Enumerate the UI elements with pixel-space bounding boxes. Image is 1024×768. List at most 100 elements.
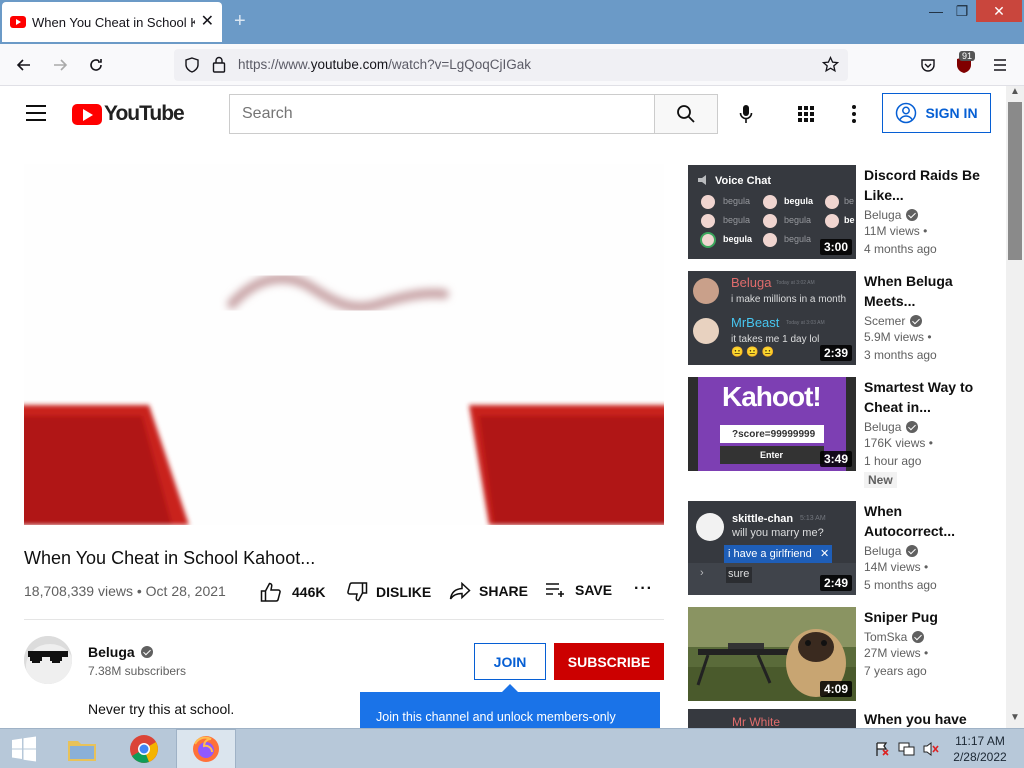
video-duration: 2:39	[819, 345, 852, 361]
related-age: 4 months ago	[864, 242, 937, 256]
chevron-right-icon: ›	[700, 567, 704, 579]
search-input[interactable]	[230, 95, 655, 133]
more-vertical-icon	[852, 105, 856, 123]
firefox-button[interactable]	[176, 729, 236, 768]
like-count: 446K	[292, 584, 326, 600]
related-views: 14M views •	[864, 560, 929, 574]
window-minimize-button[interactable]: —	[922, 0, 950, 22]
related-video-title[interactable]: Smartest Way to Cheat in...	[864, 377, 984, 417]
related-age: 1 hour ago	[864, 454, 922, 468]
subscriber-count: 7.38M subscribers	[88, 664, 187, 678]
pocket-button[interactable]	[916, 53, 940, 77]
divider	[24, 619, 664, 620]
chrome-button[interactable]	[114, 729, 174, 768]
guide-menu-icon[interactable]	[26, 105, 46, 121]
verified-check-icon	[906, 421, 919, 433]
scroll-down-icon[interactable]: ▼	[1006, 712, 1024, 728]
related-video-item[interactable]: Voice Chat begula begula be begula begul…	[688, 165, 988, 259]
address-bar[interactable]: https://www.youtube.com/watch?v=LgQoqCjI…	[174, 49, 848, 81]
video-thumbnail[interactable]: Beluga Today at 3:02 AM i make millions …	[688, 271, 856, 365]
verified-check-icon	[906, 209, 919, 221]
video-thumbnail[interactable]: Kahoot! ?score=99999999 Enter 3:49	[688, 377, 856, 471]
scrollbar-thumb[interactable]	[1008, 102, 1022, 260]
related-video-item[interactable]: Kahoot! ?score=99999999 Enter 3:49 Smart…	[688, 377, 988, 489]
chrome-icon	[130, 735, 158, 763]
window-close-button[interactable]: ✕	[976, 0, 1022, 22]
join-button[interactable]: JOIN	[474, 643, 546, 680]
windows-taskbar: 11:17 AM 2/28/2022	[0, 728, 1024, 768]
browser-nav-bar: https://www.youtube.com/watch?v=LgQoqCjI…	[0, 44, 1024, 86]
related-video-title[interactable]: Discord Raids Be Like...	[864, 165, 984, 205]
voice-search-button[interactable]	[730, 98, 762, 130]
related-channel[interactable]: Beluga	[864, 544, 984, 558]
video-duration: 3:49	[819, 451, 852, 467]
related-channel[interactable]: TomSka	[864, 630, 984, 644]
related-video-item[interactable]: Mr White When you have	[688, 709, 988, 728]
url-text[interactable]: https://www.youtube.com/watch?v=LgQoqCjI…	[238, 57, 531, 72]
video-thumbnail[interactable]: skittle-chan 5:13 AM will you marry me? …	[688, 501, 856, 595]
related-channel[interactable]: Beluga	[864, 208, 984, 222]
video-thumbnail[interactable]: Voice Chat begula begula be begula begul…	[688, 165, 856, 259]
search-icon	[677, 105, 695, 123]
system-clock[interactable]: 11:17 AM 2/28/2022	[950, 733, 1010, 765]
lock-icon	[212, 56, 226, 73]
related-video-item[interactable]: skittle-chan 5:13 AM will you marry me? …	[688, 501, 988, 595]
channel-avatar[interactable]	[24, 636, 72, 684]
verified-check-icon	[140, 646, 153, 658]
dislike-button[interactable]: DISLIKE	[346, 582, 431, 602]
search-box[interactable]	[229, 94, 655, 134]
windows-logo-icon	[12, 736, 36, 762]
upload-date: Oct 28, 2021	[145, 583, 226, 599]
window-restore-button[interactable]: ❐	[950, 0, 974, 22]
related-video-title[interactable]: When you have	[864, 709, 984, 728]
related-channel[interactable]: Scemer	[864, 314, 984, 328]
related-video-title[interactable]: When Beluga Meets...	[864, 271, 984, 311]
forward-button[interactable]	[48, 53, 72, 77]
thumbs-down-icon	[347, 582, 368, 602]
save-button[interactable]: SAVE	[545, 582, 612, 598]
channel-name[interactable]: Beluga	[88, 644, 153, 660]
subscribe-button[interactable]: SUBSCRIBE	[554, 643, 664, 680]
related-video-title[interactable]: Sniper Pug	[864, 607, 984, 627]
related-video-item[interactable]: 4:09 Sniper Pug TomSka 27M views • 7 yea…	[688, 607, 988, 701]
scroll-up-icon[interactable]: ▲	[1006, 86, 1024, 102]
video-thumbnail[interactable]: 4:09	[688, 607, 856, 701]
browser-tab[interactable]: When You Cheat in School Kahoot... ✕	[2, 2, 222, 42]
reload-button[interactable]	[84, 53, 108, 77]
related-age: 7 years ago	[864, 664, 927, 678]
more-actions-button[interactable]: ···	[634, 580, 653, 598]
new-tab-button[interactable]: +	[234, 10, 246, 33]
network-icon[interactable]	[898, 741, 916, 762]
settings-more-button[interactable]	[838, 98, 870, 130]
video-duration: 3:00	[819, 239, 852, 255]
save-label: SAVE	[575, 582, 613, 598]
share-button[interactable]: SHARE	[449, 582, 528, 600]
search-button[interactable]	[654, 94, 718, 134]
extension-badge: 91	[959, 51, 976, 61]
like-button[interactable]: 446K	[260, 582, 325, 602]
related-video-item[interactable]: Beluga Today at 3:02 AM i make millions …	[688, 271, 988, 365]
volume-muted-icon[interactable]	[922, 741, 940, 762]
file-explorer-button[interactable]	[52, 729, 112, 768]
apps-button[interactable]	[790, 98, 822, 130]
sign-in-button[interactable]: SIGN IN	[882, 93, 991, 133]
youtube-logo[interactable]: YouTube	[72, 102, 185, 126]
related-video-title[interactable]: When Autocorrect...	[864, 501, 984, 541]
verified-check-icon	[912, 631, 925, 643]
video-thumbnail[interactable]: Mr White	[688, 709, 856, 728]
more-horizontal-icon: ···	[634, 580, 653, 597]
thumbs-up-icon	[260, 582, 281, 602]
verified-check-icon	[906, 545, 919, 557]
tab-close-icon[interactable]: ✕	[201, 14, 214, 30]
microphone-icon	[739, 105, 753, 123]
video-player[interactable]	[24, 164, 664, 525]
related-views: 176K views •	[864, 436, 933, 450]
browser-tab-bar: When You Cheat in School Kahoot... ✕ + —…	[0, 0, 1024, 44]
action-center-flag-icon[interactable]	[874, 741, 890, 762]
playlist-add-icon	[546, 583, 564, 597]
back-button[interactable]	[12, 53, 36, 77]
related-channel[interactable]: Beluga	[864, 420, 984, 434]
start-button[interactable]	[0, 729, 48, 768]
menu-button[interactable]	[988, 53, 1012, 77]
video-duration: 2:49	[819, 575, 852, 591]
